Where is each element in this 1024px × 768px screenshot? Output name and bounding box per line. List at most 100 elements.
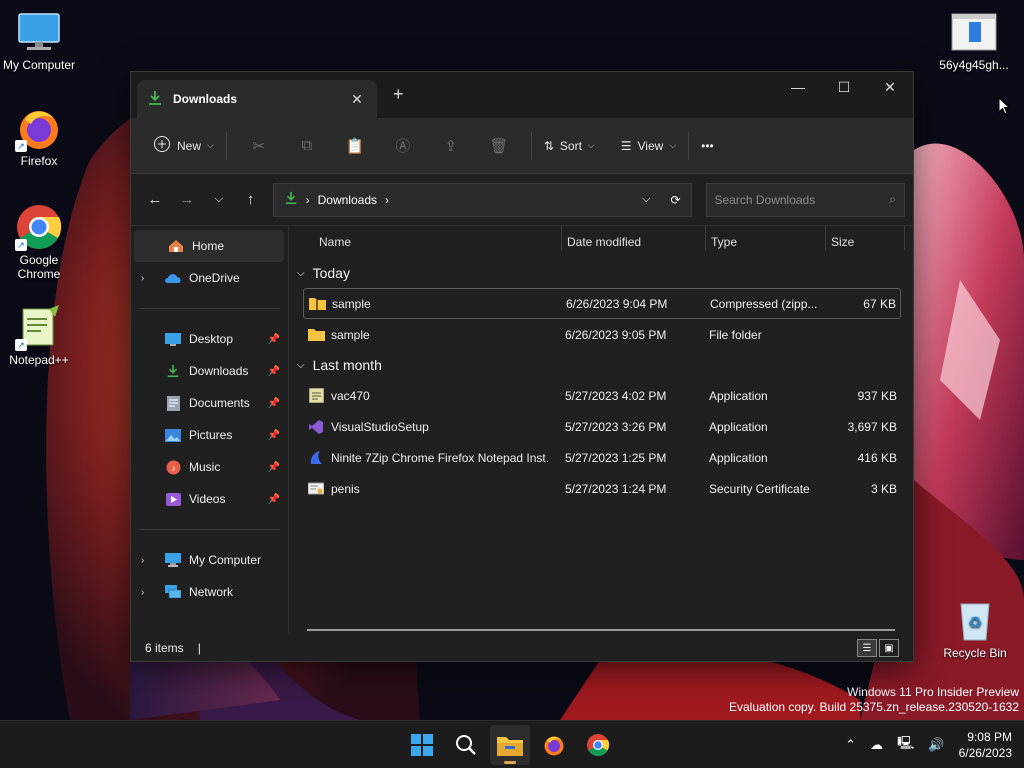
pin-icon[interactable]: 📌 (268, 334, 280, 345)
close-window-icon[interactable]: ✕ (867, 72, 913, 102)
expand-chevron-icon[interactable]: › (131, 273, 149, 284)
column-header-size[interactable]: Size (831, 226, 854, 258)
notepadpp-icon: ↗ (15, 303, 63, 351)
search-icon: ⌕ (889, 192, 896, 206)
desktop-icon-label: My Computer (2, 58, 76, 72)
chrome-icon[interactable] (578, 725, 618, 765)
file-size: 67 KB (863, 296, 896, 311)
paste-icon[interactable]: 📋 (331, 137, 379, 155)
sidebar-item-music[interactable]: ♪ Music 📌 (131, 451, 288, 483)
zip-folder-icon (308, 296, 326, 312)
sort-button[interactable]: ⇅ Sort ⌵ (540, 130, 599, 162)
new-tab-button[interactable]: + (393, 84, 404, 105)
tab-downloads[interactable]: Downloads ✕ (137, 80, 377, 118)
file-row[interactable]: vac470 5/27/2023 4:02 PM Application 937… (303, 380, 901, 411)
desktop-icon-chrome[interactable]: ↗ Google Chrome (1, 203, 77, 281)
taskbar: ⌃ ☁ 🖳 🔊 9:08 PM 6/26/2023 (0, 720, 1024, 768)
sidebar-item-my-computer[interactable]: › My Computer (131, 544, 288, 576)
sidebar-item-onedrive[interactable]: › OneDrive (131, 262, 288, 294)
file-row[interactable]: sample 6/26/2023 9:05 PM File folder (303, 319, 901, 350)
network-status-icon[interactable]: 🖳 (897, 734, 914, 756)
svg-text:♻: ♻ (968, 615, 982, 632)
file-row[interactable]: sample 6/26/2023 9:04 PM Compressed (zip… (303, 288, 901, 319)
refresh-icon[interactable]: ⟳ (670, 193, 680, 207)
group-header-today[interactable]: ⌵ Today (289, 258, 913, 288)
file-size: 3 KB (870, 481, 897, 496)
delete-icon[interactable]: 🗑 (475, 137, 523, 155)
search-box[interactable]: Search Downloads ⌕ (705, 182, 905, 217)
breadcrumb-downloads[interactable]: Downloads (318, 193, 377, 207)
pin-icon[interactable]: 📌 (268, 494, 280, 505)
onedrive-offline-icon[interactable]: ☁ (870, 737, 883, 753)
close-tab-icon[interactable]: ✕ (347, 91, 367, 108)
sidebar-item-videos[interactable]: Videos 📌 (131, 483, 288, 515)
file-explorer-icon[interactable] (490, 725, 530, 765)
forward-icon[interactable]: → (171, 191, 203, 208)
volume-icon[interactable]: 🔊 (928, 737, 944, 753)
column-header-type[interactable]: Type (711, 226, 737, 258)
firefox-icon: ↗ (15, 104, 63, 152)
sidebar-item-downloads[interactable]: Downloads 📌 (131, 355, 288, 387)
column-header-name[interactable]: Name (319, 226, 351, 258)
details-view-icon[interactable]: ☰ (857, 639, 877, 657)
address-bar[interactable]: › Downloads › ⌵ ⟳ (272, 182, 692, 217)
clock[interactable]: 9:08 PM 6/26/2023 (959, 729, 1012, 761)
home-icon (166, 238, 186, 254)
title-bar[interactable]: Downloads ✕ + — ☐ ✕ (131, 72, 913, 118)
search-icon[interactable] (446, 725, 486, 765)
cut-icon[interactable]: ✂ (235, 137, 283, 155)
toolbar-divider (530, 131, 532, 160)
watermark-line2: Evaluation copy. Build 25375.zn_release.… (729, 700, 1019, 714)
tiles-view-icon[interactable]: ▣ (879, 639, 899, 657)
clock-date: 6/26/2023 (958, 746, 1012, 760)
share-icon[interactable]: ⇪ (427, 137, 475, 155)
maximize-icon[interactable]: ☐ (821, 72, 867, 102)
minimize-icon[interactable]: — (775, 72, 821, 102)
sidebar-item-pictures[interactable]: Pictures 📌 (131, 419, 288, 451)
group-label: Last month (312, 357, 382, 373)
desktop-icon-recycle-bin[interactable]: ♻ Recycle Bin (937, 596, 1013, 660)
show-hidden-icons-chevron-icon[interactable]: ⌃ (845, 737, 856, 753)
file-type: File folder (709, 327, 762, 342)
sidebar-item-label: Music (189, 460, 221, 474)
file-row[interactable]: penis 5/27/2023 1:24 PM Security Certifi… (303, 473, 901, 504)
pin-icon[interactable]: 📌 (268, 430, 280, 441)
chevron-down-icon: ⌵ (207, 140, 214, 150)
sidebar-item-network[interactable]: › Network (131, 576, 288, 608)
new-button[interactable]: New ⌵ (149, 130, 218, 162)
expand-chevron-icon[interactable]: › (131, 555, 149, 566)
file-row[interactable]: Ninite 7Zip Chrome Firefox Notepad Inst.… (303, 442, 901, 473)
desktop-icon-notepadpp[interactable]: ↗ Notepad++ (1, 303, 77, 367)
horizontal-scrollbar[interactable] (307, 629, 895, 631)
sidebar-item-desktop[interactable]: Desktop 📌 (131, 323, 288, 355)
download-icon (284, 191, 298, 208)
copy-icon[interactable]: ⧉ (283, 137, 331, 154)
expand-chevron-icon[interactable]: › (131, 587, 149, 598)
group-header-last-month[interactable]: ⌵ Last month (289, 350, 913, 380)
firefox-icon[interactable] (534, 725, 574, 765)
windows-start-icon[interactable] (402, 725, 442, 765)
desktop-icon-my-computer[interactable]: My Computer (1, 8, 77, 72)
sidebar-item-documents[interactable]: Documents 📌 (131, 387, 288, 419)
address-dropdown-icon[interactable]: ⌵ (642, 193, 650, 206)
sidebar-item-label: Desktop (189, 332, 234, 346)
folder-icon (307, 327, 325, 343)
file-list-pane: Name Date modified Type Size ⌵ Today sam… (289, 226, 913, 635)
back-icon[interactable]: ← (139, 191, 171, 208)
collapse-chevron-icon: ⌵ (297, 359, 305, 371)
more-options-button[interactable]: ••• (697, 130, 718, 162)
desktop-icon-firefox[interactable]: ↗ Firefox (1, 104, 77, 168)
up-icon[interactable]: ↑ (235, 191, 267, 208)
pin-icon[interactable]: 📌 (268, 462, 280, 473)
column-header-date[interactable]: Date modified (567, 226, 641, 258)
file-row[interactable]: VisualStudioSetup 5/27/2023 3:26 PM Appl… (303, 411, 901, 442)
desktop-icon-file[interactable]: 56y4g45gh... (936, 8, 1012, 72)
pin-icon[interactable]: 📌 (268, 366, 280, 377)
recent-locations-icon[interactable]: ⌵ (203, 193, 235, 206)
pin-icon[interactable]: 📌 (268, 398, 280, 409)
rename-icon[interactable]: Ⓐ (379, 135, 427, 156)
sidebar-item-home[interactable]: Home (134, 230, 284, 262)
status-bar: 6 items | ☰ ▣ (131, 635, 913, 661)
view-button[interactable]: ☰ View ⌵ (617, 130, 680, 162)
file-icon (950, 8, 998, 56)
